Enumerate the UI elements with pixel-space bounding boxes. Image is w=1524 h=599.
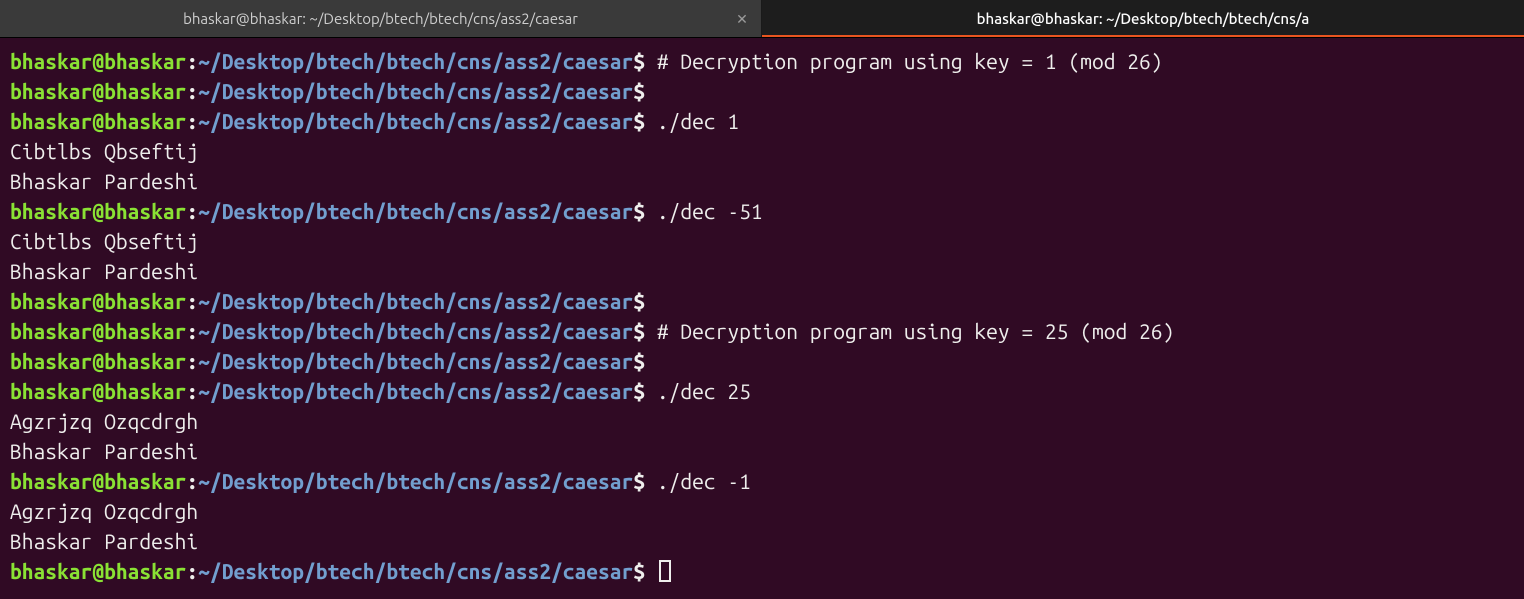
prompt-path: ~/Desktop/btech/btech/cns/ass2/caesar <box>198 109 633 133</box>
output-text: Cibtlbs Qbseftij <box>10 139 198 163</box>
output-text: Cibtlbs Qbseftij <box>10 229 198 253</box>
command-text: # Decryption program using key = 1 (mod … <box>657 49 1163 73</box>
command-text: # Decryption program using key = 25 (mod… <box>657 319 1174 343</box>
output-text: Bhaskar Pardeshi <box>10 259 198 283</box>
prompt-symbol: $ <box>633 109 657 133</box>
prompt-path: ~/Desktop/btech/btech/cns/ass2/caesar <box>198 379 633 403</box>
prompt-path: ~/Desktop/btech/btech/cns/ass2/caesar <box>198 289 633 313</box>
prompt-symbol: $ <box>633 289 657 313</box>
prompt-user-host: bhaskar@bhaskar <box>10 199 186 223</box>
tab-bar: bhaskar@bhaskar: ~/Desktop/btech/btech/c… <box>0 0 1524 38</box>
prompt-separator: : <box>186 199 198 223</box>
terminal-line: bhaskar@bhaskar:~/Desktop/btech/btech/cn… <box>10 196 1514 226</box>
prompt-path: ~/Desktop/btech/btech/cns/ass2/caesar <box>198 559 633 583</box>
tab-title: bhaskar@bhaskar: ~/Desktop/btech/btech/c… <box>977 4 1310 34</box>
terminal-line: Bhaskar Pardeshi <box>10 436 1514 466</box>
prompt-separator: : <box>186 349 198 373</box>
prompt-path: ~/Desktop/btech/btech/cns/ass2/caesar <box>198 319 633 343</box>
terminal-tab-1[interactable]: bhaskar@bhaskar: ~/Desktop/btech/btech/c… <box>0 0 762 37</box>
terminal-line: bhaskar@bhaskar:~/Desktop/btech/btech/cn… <box>10 346 1514 376</box>
command-text: ./dec -51 <box>657 199 763 223</box>
terminal-line: Agzrjzq Ozqcdrgh <box>10 496 1514 526</box>
terminal-line: Bhaskar Pardeshi <box>10 256 1514 286</box>
terminal-line: bhaskar@bhaskar:~/Desktop/btech/btech/cn… <box>10 316 1514 346</box>
prompt-user-host: bhaskar@bhaskar <box>10 109 186 133</box>
terminal-line: bhaskar@bhaskar:~/Desktop/btech/btech/cn… <box>10 376 1514 406</box>
command-text: ./dec 1 <box>657 109 739 133</box>
terminal-line: Cibtlbs Qbseftij <box>10 226 1514 256</box>
prompt-user-host: bhaskar@bhaskar <box>10 319 186 343</box>
prompt-user-host: bhaskar@bhaskar <box>10 289 186 313</box>
prompt-path: ~/Desktop/btech/btech/cns/ass2/caesar <box>198 199 633 223</box>
terminal-line: Bhaskar Pardeshi <box>10 166 1514 196</box>
prompt-symbol: $ <box>633 559 657 583</box>
prompt-user-host: bhaskar@bhaskar <box>10 49 186 73</box>
command-text: ./dec 25 <box>657 379 751 403</box>
terminal-line: bhaskar@bhaskar:~/Desktop/btech/btech/cn… <box>10 556 1514 586</box>
terminal-output[interactable]: bhaskar@bhaskar:~/Desktop/btech/btech/cn… <box>0 38 1524 586</box>
prompt-symbol: $ <box>633 469 657 493</box>
output-text: Bhaskar Pardeshi <box>10 529 198 553</box>
prompt-separator: : <box>186 379 198 403</box>
terminal-tab-2[interactable]: bhaskar@bhaskar: ~/Desktop/btech/btech/c… <box>762 0 1524 37</box>
prompt-user-host: bhaskar@bhaskar <box>10 379 186 403</box>
prompt-path: ~/Desktop/btech/btech/cns/ass2/caesar <box>198 469 633 493</box>
tab-title: bhaskar@bhaskar: ~/Desktop/btech/btech/c… <box>183 4 578 34</box>
close-icon[interactable]: ✕ <box>733 10 751 28</box>
prompt-separator: : <box>186 79 198 103</box>
cursor <box>659 560 671 582</box>
terminal-line: bhaskar@bhaskar:~/Desktop/btech/btech/cn… <box>10 106 1514 136</box>
terminal-line: bhaskar@bhaskar:~/Desktop/btech/btech/cn… <box>10 76 1514 106</box>
terminal-line: Agzrjzq Ozqcdrgh <box>10 406 1514 436</box>
prompt-user-host: bhaskar@bhaskar <box>10 559 186 583</box>
output-text: Agzrjzq Ozqcdrgh <box>10 499 198 523</box>
prompt-separator: : <box>186 109 198 133</box>
prompt-user-host: bhaskar@bhaskar <box>10 349 186 373</box>
output-text: Bhaskar Pardeshi <box>10 169 198 193</box>
prompt-separator: : <box>186 289 198 313</box>
terminal-line: bhaskar@bhaskar:~/Desktop/btech/btech/cn… <box>10 466 1514 496</box>
prompt-separator: : <box>186 559 198 583</box>
prompt-symbol: $ <box>633 79 657 103</box>
prompt-separator: : <box>186 49 198 73</box>
terminal-line: bhaskar@bhaskar:~/Desktop/btech/btech/cn… <box>10 46 1514 76</box>
terminal-line: Cibtlbs Qbseftij <box>10 136 1514 166</box>
prompt-path: ~/Desktop/btech/btech/cns/ass2/caesar <box>198 49 633 73</box>
prompt-path: ~/Desktop/btech/btech/cns/ass2/caesar <box>198 79 633 103</box>
prompt-symbol: $ <box>633 319 657 343</box>
prompt-user-host: bhaskar@bhaskar <box>10 79 186 103</box>
prompt-symbol: $ <box>633 349 657 373</box>
prompt-separator: : <box>186 319 198 343</box>
prompt-symbol: $ <box>633 199 657 223</box>
prompt-symbol: $ <box>633 49 657 73</box>
command-text: ./dec -1 <box>657 469 751 493</box>
prompt-symbol: $ <box>633 379 657 403</box>
terminal-line: Bhaskar Pardeshi <box>10 526 1514 556</box>
output-text: Agzrjzq Ozqcdrgh <box>10 409 198 433</box>
terminal-line: bhaskar@bhaskar:~/Desktop/btech/btech/cn… <box>10 286 1514 316</box>
output-text: Bhaskar Pardeshi <box>10 439 198 463</box>
prompt-user-host: bhaskar@bhaskar <box>10 469 186 493</box>
prompt-separator: : <box>186 469 198 493</box>
prompt-path: ~/Desktop/btech/btech/cns/ass2/caesar <box>198 349 633 373</box>
